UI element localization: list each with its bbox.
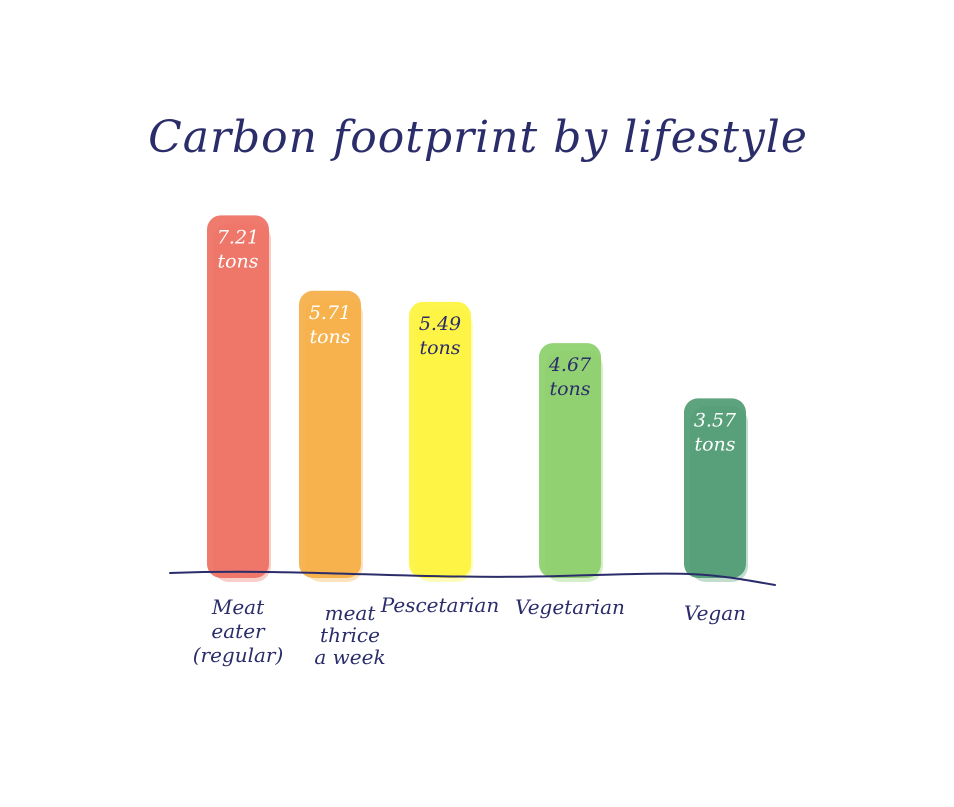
value-labels-layer: 7.21 tons5.71 tons5.49 tons4.67 tons3.57 tons (217, 226, 737, 455)
chart-canvas: Carbon footprint by lifestyle 7.21 tons 5.… (0, 0, 954, 802)
category-label-1: meat thrice a week (314, 601, 385, 669)
category-label-3: Vegetarian (515, 595, 625, 619)
chart-title: Carbon footprint by lifestyle (148, 112, 808, 163)
category-label-0: Meat eater (regular) (193, 595, 284, 667)
category-label-4: Vegan (684, 601, 746, 625)
category-labels-layer: Meat eater (regular) meat thrice a weekPescet… (193, 593, 746, 669)
bar-0-stroke-overlay (213, 223, 271, 582)
bar-chart: Carbon footprint by lifestyle 7.21 tons5.… (148, 112, 808, 669)
category-label-2: Pescetarian (380, 593, 499, 617)
bars-layer (207, 215, 748, 582)
